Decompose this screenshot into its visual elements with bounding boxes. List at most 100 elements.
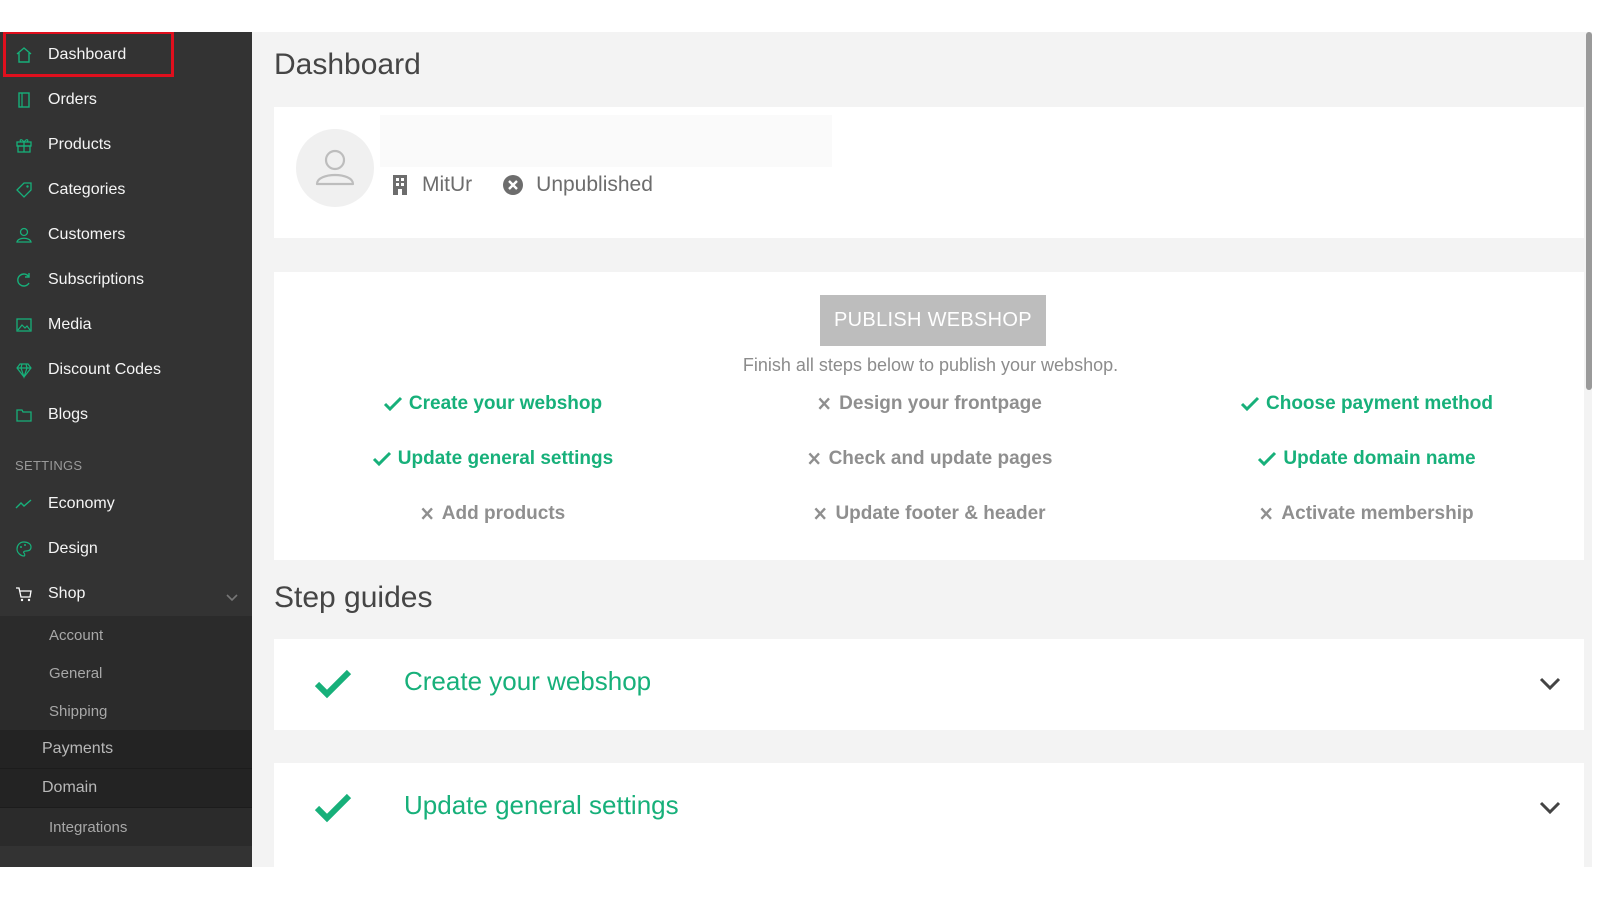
sidebar-item-discount-codes[interactable]: Discount Codes xyxy=(0,347,252,392)
palette-icon xyxy=(15,540,33,558)
sidebar-item-label: Design xyxy=(48,539,98,557)
image-icon xyxy=(15,316,33,334)
step-update-pages[interactable]: Check and update pages xyxy=(711,446,1148,472)
book-icon xyxy=(15,91,33,109)
shop-name-placeholder xyxy=(380,115,832,167)
step-label: Update footer & header xyxy=(835,503,1046,524)
folder-icon xyxy=(15,406,33,424)
cart-icon xyxy=(15,585,33,603)
sidebar-item-customers[interactable]: Customers xyxy=(0,212,252,257)
subnav-item-payments[interactable]: Payments xyxy=(0,730,252,769)
profile-card: MitUr Unpublished xyxy=(274,107,1587,238)
settings-section-label: SETTINGS xyxy=(15,458,83,473)
chevron-down-icon[interactable] xyxy=(1539,801,1561,815)
sidebar-item-label: Products xyxy=(48,135,112,153)
main-content: Dashboard MitUr Unpublished PUBLISH WEBS… xyxy=(252,32,1592,867)
diamond-icon xyxy=(15,361,33,379)
sidebar-item-label: Discount Codes xyxy=(48,360,161,378)
app-window: Dashboard Orders Products Categories Cus… xyxy=(0,32,1600,867)
step-create-webshop[interactable]: Create your webshop xyxy=(274,391,711,417)
guide-title: Update general settings xyxy=(404,790,679,820)
building-icon xyxy=(393,175,407,195)
step-guides-title: Step guides xyxy=(274,581,433,614)
sidebar-item-orders[interactable]: Orders xyxy=(0,77,252,122)
sidebar-item-label: Media xyxy=(48,315,92,333)
sidebar: Dashboard Orders Products Categories Cus… xyxy=(0,32,252,867)
sidebar-item-label: Customers xyxy=(48,225,126,243)
sidebar-item-subscriptions[interactable]: Subscriptions xyxy=(0,257,252,302)
check-icon xyxy=(314,669,352,699)
step-label: Update domain name xyxy=(1283,448,1476,469)
step-add-products[interactable]: Add products xyxy=(274,501,711,527)
check-icon xyxy=(1240,396,1260,412)
tag-icon xyxy=(15,181,33,199)
subnav-item-general[interactable]: General xyxy=(0,654,252,692)
publish-card: PUBLISH WEBSHOP Finish all steps below t… xyxy=(274,272,1587,560)
step-label: Design your frontpage xyxy=(839,393,1042,414)
sidebar-item-label: Orders xyxy=(48,90,97,108)
home-icon xyxy=(15,46,33,64)
step-activate-membership[interactable]: Activate membership xyxy=(1148,501,1585,527)
sidebar-item-label: Shop xyxy=(48,584,86,602)
step-label: Activate membership xyxy=(1281,503,1474,524)
sidebar-item-products[interactable]: Products xyxy=(0,122,252,167)
step-domain-name[interactable]: Update domain name xyxy=(1148,446,1585,472)
avatar[interactable] xyxy=(296,129,374,207)
publish-webshop-button[interactable]: PUBLISH WEBSHOP xyxy=(820,295,1046,346)
publish-hint: Finish all steps below to publish your w… xyxy=(742,355,1119,375)
gift-icon xyxy=(15,136,33,154)
user-placeholder-icon xyxy=(315,149,355,186)
guide-general-settings[interactable]: Update general settings xyxy=(274,763,1587,867)
check-icon xyxy=(1258,451,1277,467)
check-icon xyxy=(383,396,402,412)
step-label: Add products xyxy=(441,503,566,524)
shop-name: MitUr xyxy=(422,173,473,196)
chevron-down-icon[interactable] xyxy=(1539,677,1561,691)
cross-icon xyxy=(818,397,831,410)
cross-icon xyxy=(421,507,433,520)
scrollbar[interactable] xyxy=(1584,32,1592,867)
shop-subnav: Account General Shipping Payments Domain… xyxy=(0,616,252,846)
chevron-down-icon xyxy=(226,589,238,602)
step-design-frontpage[interactable]: Design your frontpage xyxy=(711,391,1148,417)
subnav-item-domain[interactable]: Domain xyxy=(0,769,252,808)
check-icon xyxy=(314,793,352,823)
settings-nav: Economy Design Shop xyxy=(0,481,252,616)
sidebar-item-label: Economy xyxy=(48,494,115,512)
step-general-settings[interactable]: Update general settings xyxy=(274,446,711,472)
refresh-icon xyxy=(15,271,33,289)
step-footer-header[interactable]: Update footer & header xyxy=(711,501,1148,527)
sidebar-item-label: Blogs xyxy=(48,405,89,423)
step-choose-payment[interactable]: Choose payment method xyxy=(1148,391,1585,417)
guide-create-webshop[interactable]: Create your webshop xyxy=(274,639,1587,730)
check-icon xyxy=(372,451,391,467)
subnav-item-account[interactable]: Account xyxy=(0,616,252,654)
sidebar-item-shop[interactable]: Shop xyxy=(0,571,252,616)
sidebar-item-blogs[interactable]: Blogs xyxy=(0,392,252,437)
sidebar-item-design[interactable]: Design xyxy=(0,526,252,571)
trend-icon xyxy=(15,495,33,513)
subnav-item-integrations[interactable]: Integrations xyxy=(0,808,252,846)
sidebar-item-economy[interactable]: Economy xyxy=(0,481,252,526)
main-nav: Dashboard Orders Products Categories Cus… xyxy=(0,32,252,437)
cross-icon xyxy=(808,452,820,465)
user-icon xyxy=(15,226,33,244)
sidebar-item-label: Dashboard xyxy=(48,45,127,63)
x-circle-icon xyxy=(503,175,524,195)
sidebar-item-label: Categories xyxy=(48,180,126,198)
cross-icon xyxy=(1260,507,1273,520)
publish-status: Unpublished xyxy=(536,173,653,196)
guide-title: Create your webshop xyxy=(404,666,652,696)
sidebar-item-dashboard[interactable]: Dashboard xyxy=(0,32,252,77)
step-label: Check and update pages xyxy=(828,448,1053,469)
shop-meta: MitUr Unpublished xyxy=(390,173,653,197)
sidebar-item-categories[interactable]: Categories xyxy=(0,167,252,212)
step-label: Update general settings xyxy=(397,448,614,469)
cross-icon xyxy=(814,507,827,520)
step-label: Create your webshop xyxy=(408,393,603,414)
subnav-item-shipping[interactable]: Shipping xyxy=(0,692,252,730)
scroll-thumb[interactable] xyxy=(1586,32,1592,390)
page-title: Dashboard xyxy=(274,48,421,81)
sidebar-item-label: Subscriptions xyxy=(48,270,145,288)
sidebar-item-media[interactable]: Media xyxy=(0,302,252,347)
